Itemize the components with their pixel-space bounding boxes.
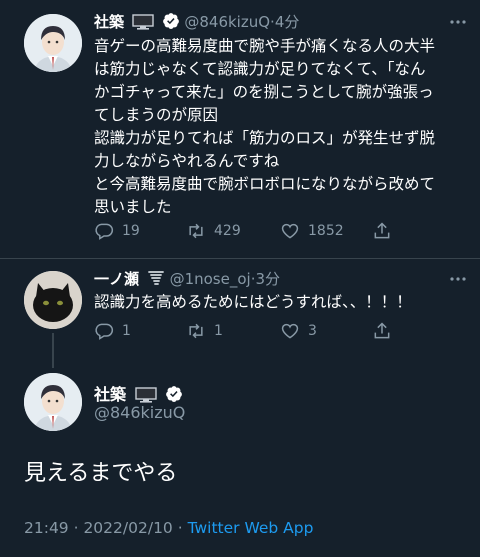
like-count: 3 [308, 323, 317, 339]
tornado-icon [147, 271, 164, 285]
display-name[interactable]: 社築 [94, 13, 124, 31]
retweet-button[interactable]: 1 [186, 321, 223, 341]
avatar-illustration [24, 14, 82, 72]
verified-badge-icon [166, 386, 183, 402]
share-icon [374, 222, 390, 239]
reply-icon [95, 223, 114, 240]
reply-count: 19 [122, 223, 140, 239]
more-options-icon[interactable] [448, 269, 468, 289]
retweet-count: 1 [214, 323, 223, 339]
avatar[interactable] [24, 14, 82, 72]
tweet-time[interactable]: 4分 [275, 13, 300, 31]
share-button[interactable] [372, 221, 400, 241]
monitor-icon [134, 387, 157, 403]
avatar-illustration [24, 271, 82, 329]
avatar[interactable] [24, 373, 82, 431]
like-button[interactable]: 3 [280, 321, 317, 341]
retweet-count: 429 [214, 223, 241, 239]
tweet-text: 認識力を高めるためにはどうすれば、、！！！ [94, 293, 412, 311]
tweet-time[interactable]: 3分 [255, 270, 280, 288]
divider [0, 258, 480, 259]
like-button[interactable]: 1852 [280, 221, 344, 241]
heart-icon [281, 223, 299, 239]
user-handle[interactable]: @1nose_oj [170, 270, 251, 288]
heart-icon [281, 323, 299, 339]
share-button[interactable] [372, 321, 400, 341]
display-name[interactable]: 社築 [94, 385, 126, 404]
reply-count: 1 [122, 323, 131, 339]
tweet-actions: 19 429 1852 [94, 221, 474, 245]
retweet-icon [189, 223, 203, 239]
verified-badge-icon [162, 13, 179, 29]
tweet-meta: 21:49 · 2022/02/10 · Twitter Web App [24, 519, 313, 537]
thread-connector-line [52, 333, 54, 368]
avatar[interactable] [24, 271, 82, 329]
retweet-button[interactable]: 429 [186, 221, 241, 241]
tweet-text: 見えるまでやる [24, 461, 178, 486]
source-app-link[interactable]: Twitter Web App [188, 519, 314, 537]
more-options-icon[interactable] [448, 12, 468, 32]
retweet-icon [189, 323, 203, 339]
tweet-actions: 1 1 3 [94, 321, 474, 345]
tweet-text: 音ゲーの高難易度曲で腕や手が痛くなる人の大半 は筋力じゃなくて認識力が足りてなく… [94, 37, 436, 216]
reply-icon [95, 323, 114, 340]
like-count: 1852 [308, 223, 344, 239]
reply-button[interactable]: 19 [94, 221, 140, 241]
tweet-header: 一ノ瀬 @1nose_oj·3分 [94, 269, 280, 289]
user-handle[interactable]: @846kizuQ [184, 13, 270, 31]
reply-button[interactable]: 1 [94, 321, 131, 341]
timestamp[interactable]: 21:49 · 2022/02/10 · [24, 519, 188, 537]
share-icon [374, 322, 390, 339]
avatar-illustration [24, 373, 82, 431]
tweet-header: 社築 @846kizuQ·4分 [94, 12, 299, 32]
user-handle[interactable]: @846kizuQ [94, 403, 185, 422]
display-name[interactable]: 一ノ瀬 [94, 270, 139, 288]
monitor-icon [132, 14, 154, 30]
main-name-row: 社築 [94, 381, 183, 405]
